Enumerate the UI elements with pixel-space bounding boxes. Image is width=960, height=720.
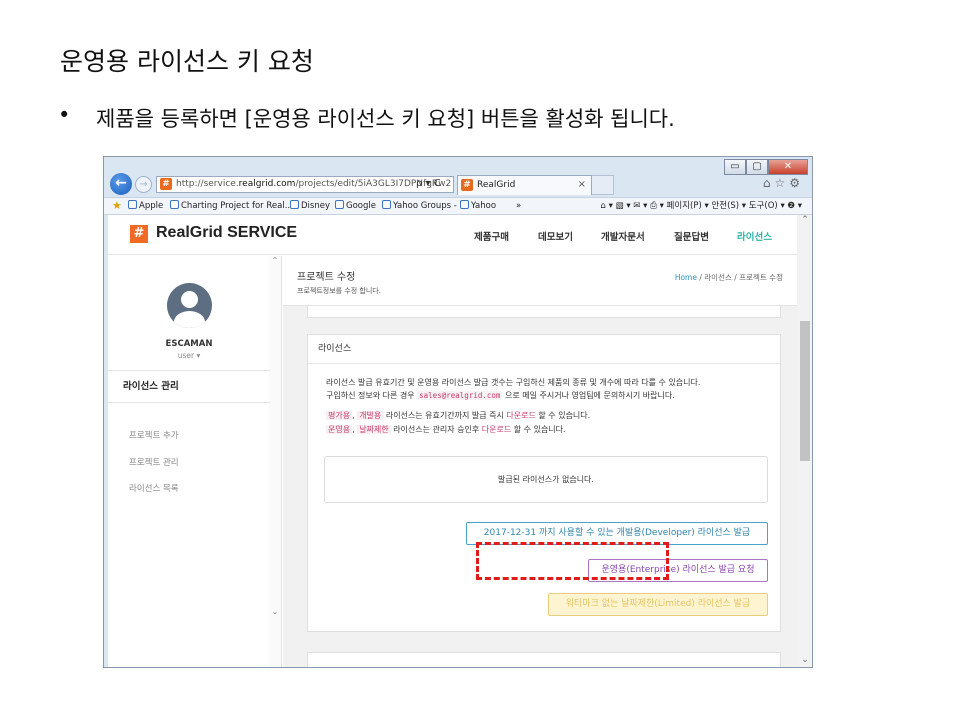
user-role-dropdown[interactable]: user ▾ [108, 351, 270, 360]
site-favicon-icon: # [160, 178, 172, 190]
back-button[interactable]: ← [110, 173, 132, 195]
avatar-body-icon [174, 311, 205, 328]
breadcrumb-license[interactable]: 라이선스 [704, 273, 732, 282]
home-favorites-settings-icon[interactable]: ⌂☆⚙ [763, 176, 804, 190]
tab-title: RealGrid [477, 180, 516, 190]
sidebar-item-license-list[interactable]: 라이선스 목록 [129, 482, 179, 494]
request-enterprise-license-button[interactable]: 운영용(Enterprise) 라이선스 발급 요청 [588, 559, 768, 582]
favorites-bar: ★ Apple Charting Project for Real... Dis… [104, 197, 812, 215]
browser-window: ▭ ▢ ✕ ← → # http://service.realgrid.com/… [103, 156, 813, 668]
empty-license-message: 발급된 라이선스가 없습니다. [324, 456, 768, 503]
favorite-link[interactable]: Apple [128, 198, 163, 214]
ie-page-icon [290, 200, 299, 209]
scroll-down-arrow-icon[interactable]: ⌄ [797, 655, 812, 665]
breadcrumb: Home / 라이선스 / 프로젝트 수정 [674, 273, 783, 282]
sidebar: ⌃ ⌄ ESCAMAN user ▾ 라이선스 관리 프로젝트 추가 프로젝트 관… [108, 256, 282, 667]
nav-item-license[interactable]: 라이선스 [737, 229, 772, 243]
sidebar-section-title: 라이선스 관리 [108, 370, 270, 403]
favorites-star-icon[interactable]: ★ [112, 198, 122, 214]
tag-date-limited: 날짜제한 [357, 425, 391, 434]
avatar-head-icon [181, 291, 198, 308]
favorite-link[interactable]: Yahoo Groups - [382, 198, 457, 214]
ie-page-icon [460, 200, 469, 209]
nav-item-purchase[interactable]: 제품구매 [474, 229, 509, 243]
breadcrumb-home[interactable]: Home [675, 273, 697, 282]
new-tab-button[interactable] [592, 175, 614, 195]
sales-email: sales@realgrid.com [417, 391, 503, 400]
license-card: 라이선스 라이선스 발급 유효기간 및 운영용 라이선스 발급 갯수는 구입하신… [307, 334, 781, 632]
search-refresh-icon[interactable]: ρ ▾ C [416, 176, 441, 192]
nav-item-demo[interactable]: 데모보기 [538, 229, 573, 243]
address-bar[interactable]: # http://service.realgrid.com/projects/e… [156, 176, 454, 193]
next-card [307, 652, 781, 667]
issue-limited-license-button[interactable]: 워터마크 없는 날짜제한(Limited) 라이선스 발급 [548, 593, 768, 616]
favorite-link[interactable]: Charting Project for Real... [170, 198, 293, 214]
forward-button[interactable]: → [135, 176, 152, 193]
site-logo-text[interactable]: RealGrid SERVICE [156, 224, 297, 242]
card-title: 라이선스 [308, 335, 780, 364]
page-title: 프로젝트 수정 [297, 272, 356, 283]
bullet-mark: • [58, 103, 71, 127]
tag-enterprise: 운영용 [326, 425, 353, 434]
browser-tab[interactable]: # RealGrid × [457, 175, 592, 195]
sidebar-scrollbar[interactable]: ⌃ ⌄ [269, 256, 281, 667]
tag-trial: 평가용 [326, 411, 353, 420]
favorite-link[interactable]: Google [335, 198, 376, 214]
favorite-link[interactable]: Disney [290, 198, 330, 214]
slide-title: 운영용 라이선스 키 요청 [60, 47, 314, 76]
nav-item-docs[interactable]: 개발자문서 [601, 229, 645, 243]
sidebar-item-manage-projects[interactable]: 프로젝트 관리 [129, 456, 179, 468]
web-page: # RealGrid SERVICE 제품구매 데모보기 개발자문서 질문답변 … [108, 215, 812, 667]
site-header: # RealGrid SERVICE 제품구매 데모보기 개발자문서 질문답변 … [108, 215, 812, 255]
breadcrumb-current: 프로젝트 수정 [739, 273, 783, 282]
previous-card-edge [307, 306, 781, 318]
favorites-overflow-icon[interactable]: » [516, 198, 521, 214]
nav-item-qna[interactable]: 질문답변 [674, 229, 709, 243]
bullet-text: 제품을 등록하면 [운영용 라이선스 키 요청] 버튼을 활성화 됩니다. [96, 107, 675, 131]
sidebar-item-add-project[interactable]: 프로젝트 추가 [129, 429, 179, 441]
trial-dev-license-note: 평가용, 개발용 라이선스는 유효기간까지 발급 즉시 다운로드 할 수 있습니… [326, 411, 591, 420]
ie-page-icon [382, 200, 391, 209]
download-text: 다운로드 [506, 411, 536, 420]
realgrid-logo-icon[interactable]: # [130, 225, 148, 243]
tag-developer: 개발용 [357, 411, 384, 420]
license-description: 라이선스 발급 유효기간 및 운영용 라이선스 발급 갯수는 구입하신 제품의 … [326, 378, 701, 387]
tab-close-icon[interactable]: × [578, 176, 586, 194]
avatar[interactable] [167, 283, 212, 328]
ie-page-icon [170, 200, 179, 209]
browser-nav-row: ← → # http://service.realgrid.com/projec… [104, 171, 812, 197]
ie-page-icon [128, 200, 137, 209]
ie-page-icon [335, 200, 344, 209]
tab-favicon-icon: # [461, 179, 473, 191]
page-subtitle: 프로젝트정보를 수정 합니다. [297, 287, 381, 295]
scrollbar-thumb[interactable] [800, 321, 810, 461]
address-prefix: http://service. [176, 179, 239, 189]
download-text: 다운로드 [481, 425, 512, 434]
command-bar[interactable]: ⌂ ▾ ▧ ▾ ✉ ▾ ⎙ ▾ 페이지(P) ▾ 안전(S) ▾ 도구(O) ▾… [601, 198, 802, 214]
scroll-up-arrow-icon[interactable]: ⌃ [797, 215, 812, 225]
slide-bullet: • 제품을 등록하면 [운영용 라이선스 키 요청] 버튼을 활성화 됩니다. [58, 103, 675, 133]
content-header: 프로젝트 수정 프로젝트정보를 수정 합니다. Home / 라이선스 / 프로… [283, 256, 797, 306]
content-scrollbar[interactable]: ⌃ ⌄ [797, 215, 812, 667]
enterprise-license-note: 운영용, 날짜제한 라이선스는 관리자 승인후 다운로드 할 수 있습니다. [326, 425, 566, 434]
username: ESCAMAN [165, 339, 213, 349]
favorite-link[interactable]: Yahoo [460, 198, 496, 214]
issue-developer-license-button[interactable]: 2017-12-31 까지 사용할 수 있는 개발용(Developer) 라이… [466, 522, 768, 545]
main-content: 프로젝트 수정 프로젝트정보를 수정 합니다. Home / 라이선스 / 프로… [283, 256, 797, 667]
license-contact-line: 구입하신 정보와 다른 경우 sales@realgrid.com 으로 메일 … [326, 391, 675, 400]
address-domain: realgrid.com [238, 179, 296, 189]
